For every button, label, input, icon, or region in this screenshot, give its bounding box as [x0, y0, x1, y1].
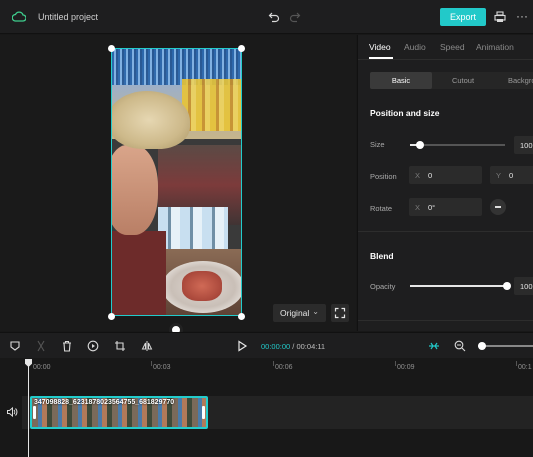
opacity-slider-knob[interactable]: [503, 282, 511, 290]
basic-subtabs: Basic Cutout Background: [370, 72, 533, 89]
video-preview: Original ⌄: [0, 35, 356, 337]
timeline-toolbar: 00:00:00 / 00:04:11: [0, 332, 533, 358]
zoom-out-icon[interactable]: [454, 340, 466, 352]
position-y-value: 0: [509, 170, 514, 180]
undo-icon[interactable]: [268, 11, 280, 23]
position-x-input[interactable]: X 0: [409, 166, 482, 184]
current-time: 00:00:00: [261, 342, 291, 351]
shortcut-icon[interactable]: [494, 11, 506, 23]
size-slider[interactable]: [410, 144, 505, 146]
ruler-label: 00:06: [275, 364, 293, 371]
rotate-value: 0°: [428, 202, 436, 212]
frame-lanterns: [182, 79, 241, 131]
ruler-label: 00:09: [397, 364, 415, 371]
marker-icon[interactable]: [9, 340, 21, 352]
rotate-prefix: X: [415, 202, 421, 212]
zoom-slider-knob[interactable]: [478, 342, 486, 350]
top-bar: Untitled project Export ···: [0, 0, 533, 34]
ruler-tick: [516, 361, 517, 366]
ruler-label: 00:00: [33, 364, 51, 371]
position-x-value: 0: [428, 170, 433, 180]
volume-icon[interactable]: [6, 406, 18, 418]
resize-handle-top-left[interactable]: [108, 45, 115, 52]
size-label: Size: [370, 140, 385, 149]
delete-icon[interactable]: [61, 340, 73, 352]
subtab-basic[interactable]: Basic: [370, 72, 432, 89]
split-icon[interactable]: [35, 340, 47, 352]
export-button[interactable]: Export: [440, 8, 486, 26]
project-title[interactable]: Untitled project: [38, 12, 98, 22]
video-clip[interactable]: 347098828_6231878023564755_681829770: [30, 396, 208, 429]
divider: [358, 320, 533, 321]
minus-icon: [495, 206, 501, 208]
tab-audio[interactable]: Audio: [404, 42, 426, 52]
snap-icon[interactable]: [428, 340, 440, 352]
tab-animation[interactable]: Animation: [476, 42, 514, 52]
tab-speed[interactable]: Speed: [440, 42, 465, 52]
frame-face: [112, 145, 158, 235]
zoom-slider[interactable]: [478, 345, 533, 347]
total-time: 00:04:11: [296, 342, 326, 351]
opacity-input[interactable]: 100: [514, 277, 533, 295]
resize-handle-top-right[interactable]: [238, 45, 245, 52]
frame-shirt: [112, 231, 166, 315]
play-icon[interactable]: [236, 340, 248, 352]
blend-title: Blend: [370, 251, 394, 261]
crop-icon[interactable]: [114, 340, 126, 352]
timeline[interactable]: 00:00 00:03 00:06 00:09 00:1 347098828_6…: [0, 359, 533, 457]
cloud-icon[interactable]: [12, 11, 26, 22]
clip-trim-start-handle[interactable]: [33, 406, 36, 419]
divider: [358, 59, 533, 60]
resize-handle-bottom-right[interactable]: [238, 313, 245, 320]
opacity-slider-fill: [410, 285, 507, 287]
subtab-cutout[interactable]: Cutout: [432, 72, 494, 89]
aspect-ratio-button[interactable]: Original ⌄: [273, 304, 326, 322]
property-tabs: Video Audio Speed Animation: [358, 35, 533, 59]
frame-hat: [112, 91, 190, 149]
y-prefix: Y: [496, 170, 502, 180]
ruler-tick: [395, 361, 396, 366]
chevron-down-icon: ⌄: [312, 306, 319, 316]
x-prefix: X: [415, 170, 421, 180]
speed-icon[interactable]: [87, 340, 99, 352]
tab-video[interactable]: Video: [369, 42, 391, 52]
ruler-label: 00:03: [153, 364, 171, 371]
ruler-tick: [151, 361, 152, 366]
position-label: Position: [370, 172, 397, 181]
subtab-background[interactable]: Background: [494, 72, 533, 89]
position-y-input[interactable]: Y 0: [490, 166, 533, 184]
size-input[interactable]: 100: [514, 136, 533, 154]
ruler-tick: [273, 361, 274, 366]
ruler-label: 00:1: [518, 364, 532, 371]
playhead-handle[interactable]: [25, 359, 32, 367]
rotate-label: Rotate: [370, 204, 393, 213]
position-size-title: Position and size: [370, 108, 440, 118]
divider: [358, 231, 533, 232]
frame-food: [182, 271, 222, 301]
properties-panel: Video Audio Speed Animation Basic Cutout…: [357, 35, 533, 331]
redo-icon[interactable]: [289, 11, 301, 23]
opacity-label: Opacity: [370, 282, 396, 291]
playhead[interactable]: [28, 359, 29, 457]
fullscreen-button[interactable]: [331, 304, 349, 322]
video-canvas[interactable]: [111, 48, 242, 316]
clip-trim-end-handle[interactable]: [202, 406, 205, 419]
aspect-ratio-label: Original: [280, 308, 310, 318]
timecode: 00:00:00 / 00:04:11: [261, 342, 325, 351]
clip-name: 347098828_6231878023564755_681829770: [34, 399, 175, 406]
flip-icon[interactable]: [141, 340, 153, 352]
rotate-input[interactable]: X 0°: [409, 198, 482, 216]
resize-handle-bottom-left[interactable]: [108, 313, 115, 320]
size-slider-knob[interactable]: [416, 141, 424, 149]
rotate-reset-button[interactable]: [490, 199, 506, 215]
more-menu-icon[interactable]: ···: [516, 9, 528, 23]
fullscreen-icon: [334, 307, 346, 319]
